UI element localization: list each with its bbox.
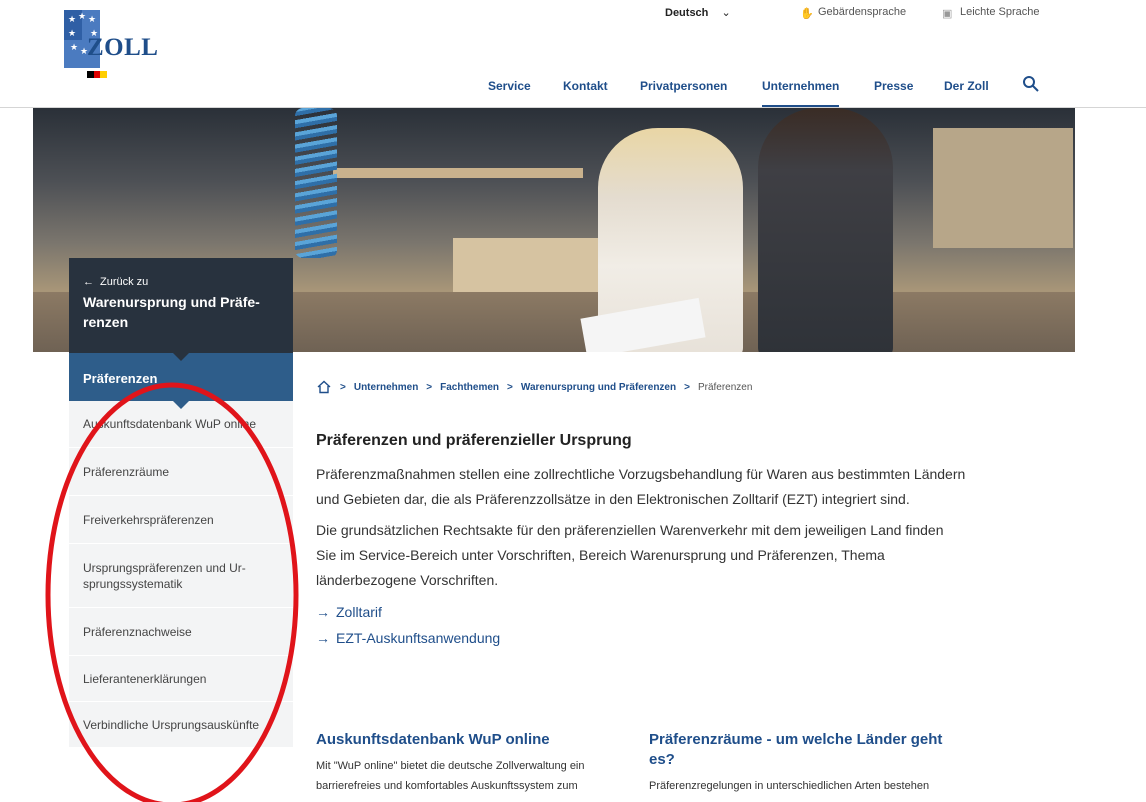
sign-language-link[interactable]: ✋ Gebärdensprache	[800, 6, 907, 20]
link-label: Zolltarif	[336, 604, 382, 620]
arrow-left-icon: ←	[83, 276, 94, 288]
language-select[interactable]: Deutsch ⌄	[665, 6, 731, 19]
svg-text:★: ★	[68, 15, 76, 25]
svg-text:★: ★	[78, 12, 86, 22]
back-link[interactable]: ← Zurück zu	[83, 276, 279, 288]
sidebar-item-praeferenzraeume[interactable]: Präferenzräume	[69, 448, 293, 496]
legal-paragraph: Die grundsätzlichen Rechtsakte für den p…	[316, 522, 944, 588]
notch	[173, 401, 189, 409]
arrow-right-icon: →	[316, 630, 330, 646]
hero-man	[758, 108, 893, 352]
arrow-right-icon: →	[316, 604, 330, 620]
back-navigation[interactable]: ← Zurück zu Warenursprung und Präfe-renze…	[69, 258, 293, 361]
chevron-right-icon: >	[684, 381, 690, 393]
nav-kontakt[interactable]: Kontakt	[563, 79, 608, 107]
chevron-right-icon: >	[340, 381, 346, 393]
hero-shelving	[933, 128, 1073, 248]
chevron-down-icon: ⌄	[721, 7, 731, 19]
breadcrumb-warenursprung[interactable]: Warenursprung und Präferenzen	[521, 382, 676, 393]
german-flag	[87, 71, 108, 78]
teaser-praeferenzraeume[interactable]: Präferenzräume - um welche Länder geht e…	[649, 730, 959, 796]
svg-text:★: ★	[70, 43, 78, 53]
sidebar-item-praeferenznachweise[interactable]: Präferenznachweise	[69, 608, 293, 656]
breadcrumb: > Unternehmen > Fachthemen > Warenurspru…	[316, 380, 752, 394]
sidebar-item-ursprungspraeferenzen[interactable]: Ursprungspräferenzen und Ur-sprungssyste…	[69, 544, 293, 608]
easy-language-label: Leichte Sprache	[960, 6, 1040, 18]
main-content: Präferenzen und präferenzieller Ursprung…	[316, 432, 966, 651]
search-icon[interactable]	[1022, 75, 1040, 93]
teaser-wup-online[interactable]: Auskunftsdatenbank WuP online Mit "WuP o…	[316, 730, 616, 796]
site-header: ★ ★ ★ ★ ★ ★ ★ ZOLL Deutsch ⌄ ✋ Gebärdensprach…	[0, 0, 1146, 108]
back-title: Warenursprung und Präfe-renzen	[83, 294, 260, 330]
nav-der-zoll[interactable]: Der Zoll	[944, 79, 989, 107]
home-icon[interactable]	[316, 380, 332, 394]
hero-shelf	[333, 168, 583, 178]
back-label: Zurück zu	[100, 276, 149, 288]
breadcrumb-fachthemen[interactable]: Fachthemen	[440, 382, 499, 393]
nav-presse[interactable]: Presse	[874, 79, 913, 107]
current-label: Präferenzen	[83, 371, 158, 386]
page-title: Präferenzen und präferenzieller Ursprung	[316, 432, 632, 449]
book-icon: ▣	[942, 8, 953, 20]
breadcrumb-current: Präferenzen	[697, 381, 753, 393]
teaser-title[interactable]: Präferenzräume - um welche Länder geht e…	[649, 730, 959, 770]
nav-privatpersonen[interactable]: Privatpersonen	[640, 79, 727, 107]
main-navigation: Service Kontakt Privatpersonen Unternehm…	[0, 76, 1146, 107]
sidebar-item-freiverkehrspraeferenzen[interactable]: Freiverkehrspräferenzen	[69, 496, 293, 544]
link-ezt-auskunft[interactable]: → EZT-Auskunftsanwendung	[316, 625, 966, 651]
teaser-text: Präferenzregelungen in unterschiedlichen…	[649, 780, 930, 792]
hero-air-hose	[295, 108, 337, 258]
svg-text:★: ★	[88, 15, 96, 25]
language-label: Deutsch	[665, 7, 709, 19]
intro-paragraph: Präferenzmaßnahmen stellen eine zollrech…	[316, 466, 966, 507]
zoll-logo[interactable]: ★ ★ ★ ★ ★ ★ ★ ZOLL	[64, 6, 174, 82]
chevron-right-icon: >	[426, 381, 433, 393]
notch	[173, 353, 189, 361]
hands-icon: ✋	[800, 8, 814, 20]
section-sidebar: ← Zurück zu Warenursprung und Präfe-renze…	[69, 258, 293, 748]
breadcrumb-unternehmen[interactable]: Unternehmen	[354, 382, 418, 393]
nav-unternehmen[interactable]: Unternehmen	[762, 79, 840, 107]
sidebar-item-verbindliche-ursprungsauskuenfte[interactable]: Verbindliche Ursprungsauskünfte	[69, 702, 293, 748]
nav-service[interactable]: Service	[488, 79, 531, 107]
easy-language-link[interactable]: ▣ Leichte Sprache	[942, 6, 1040, 20]
link-label: EZT-Auskunftsanwendung	[336, 630, 501, 646]
logo-text: ZOLL	[87, 34, 159, 61]
chevron-right-icon: >	[507, 381, 513, 393]
teaser-title[interactable]: Auskunftsdatenbank WuP online	[316, 730, 616, 750]
link-zolltarif[interactable]: → Zolltarif	[316, 599, 966, 625]
teaser-text: Mit "WuP online" bietet die deutsche Zol…	[316, 760, 585, 792]
sidebar-item-lieferantenerklaerungen[interactable]: Lieferantenerklärungen	[69, 656, 293, 702]
sign-language-label: Gebärdensprache	[818, 6, 907, 18]
svg-text:★: ★	[68, 29, 76, 39]
